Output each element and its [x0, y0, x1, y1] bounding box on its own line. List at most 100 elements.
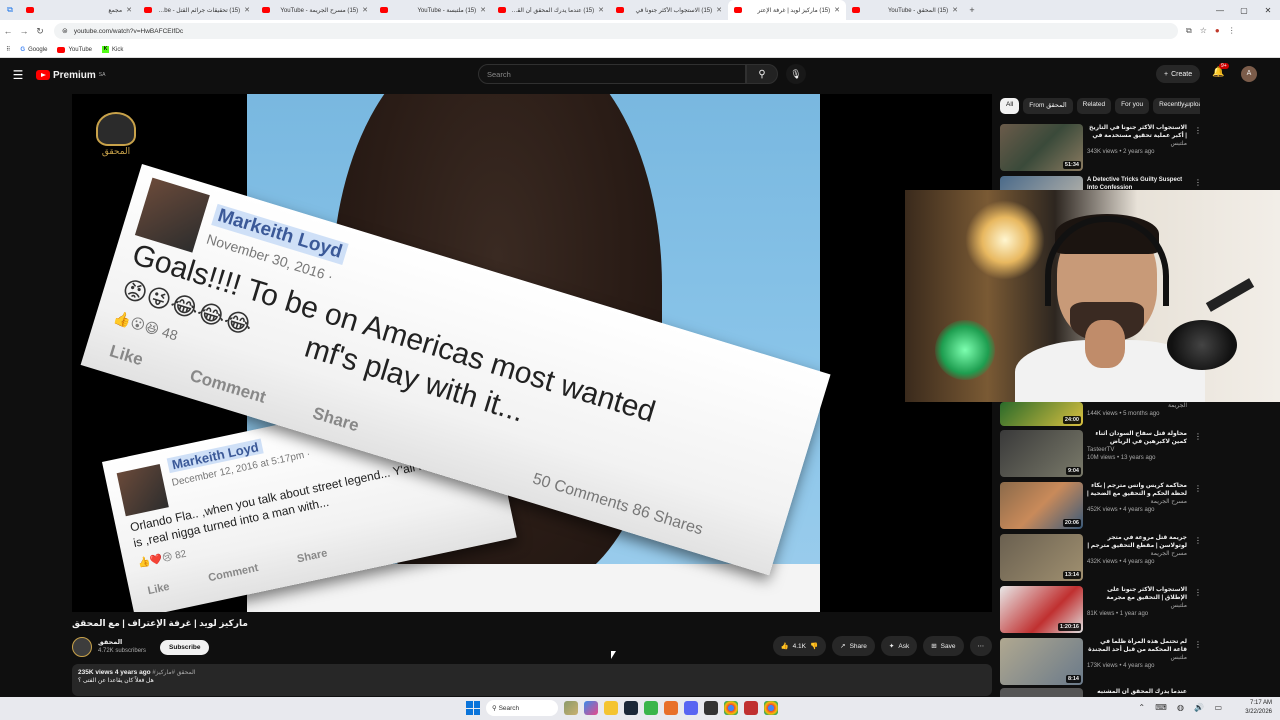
hashtags[interactable]: #المحقق #ماركيز	[152, 670, 195, 676]
more-vert-icon[interactable]: ⋮	[1194, 126, 1202, 135]
close-tab-icon[interactable]: ✕	[834, 6, 840, 14]
video-thumbnail[interactable]: 13:14	[1000, 534, 1083, 581]
tab-3[interactable]: (15) ملتبسة - YouTube ✕	[374, 0, 492, 20]
save-button[interactable]: ⊞ Save	[923, 636, 964, 656]
close-tab-icon[interactable]: ✕	[244, 6, 250, 14]
tab-0[interactable]: مجمع ✕	[20, 0, 138, 20]
recommendation-item[interactable]: 9:04 محاولة قتل سفاح السودان أثناء كمين …	[1000, 430, 1202, 478]
bookmark-kick[interactable]: K Kick	[102, 46, 123, 53]
forward-icon[interactable]: →	[16, 26, 32, 36]
youtube-logo[interactable]: Premium SA	[36, 70, 105, 81]
search-button[interactable]: ⚲	[746, 64, 778, 84]
bookmark-star-icon[interactable]: ☆	[1200, 26, 1207, 36]
like-button[interactable]: 👍 4.1K 👎	[772, 636, 827, 656]
more-vert-icon[interactable]: ⋮	[1194, 178, 1202, 187]
steam-icon[interactable]	[624, 701, 638, 715]
tab-2[interactable]: (15) مسرح الجريمة - YouTube ✕	[256, 0, 374, 20]
ask-button[interactable]: ✦ Ask	[880, 636, 918, 656]
channel-name[interactable]: المحقق	[98, 639, 146, 647]
more-vert-icon[interactable]: ⋮	[1194, 588, 1202, 597]
maximize-icon[interactable]: ▢	[1232, 0, 1256, 20]
recommendation-item[interactable]: 13:14 جريمة قتل مروعة في متجر لوتولاسن |…	[1000, 534, 1202, 582]
discord-icon[interactable]	[684, 701, 698, 715]
video-thumbnail[interactable]: 20:06	[1000, 482, 1083, 529]
system-tray[interactable]: ⌃ ⌨ ◍ 🔊 ▭	[1138, 703, 1226, 712]
description-box[interactable]: 235K views 4 years ago #المحقق #ماركيز ه…	[72, 664, 992, 696]
recommendation-item[interactable]: 51:34 الاستجواب الأكثر جنونا في التاريخ …	[1000, 124, 1202, 172]
firefox-icon[interactable]	[664, 701, 678, 715]
more-vert-icon[interactable]: ⋮	[1194, 536, 1202, 545]
subscribe-button[interactable]: Subscribe	[160, 639, 210, 655]
app-icon[interactable]	[744, 701, 758, 715]
close-tab-icon[interactable]: ✕	[126, 6, 132, 14]
profile-picture	[116, 464, 169, 517]
video-thumbnail[interactable]: 1:20:16	[1000, 586, 1083, 633]
chip-recently-uploaded[interactable]: Recently uploaded	[1153, 98, 1200, 114]
video-thumbnail[interactable]	[1000, 688, 1083, 697]
new-tab-button[interactable]: +	[964, 5, 980, 15]
tab-6-active[interactable]: (15) ماركيز لويد | غرفة الإعتر ✕	[728, 0, 846, 20]
green-light	[935, 320, 995, 380]
video-thumbnail[interactable]: 8:14	[1000, 638, 1083, 685]
bookmark-google[interactable]: G Google	[20, 47, 47, 53]
close-tab-icon[interactable]: ✕	[362, 6, 368, 14]
close-tab-icon[interactable]: ✕	[480, 6, 486, 14]
recommendation-item[interactable]: 20:06 محاكمة كريس واتس مترجم | بكاء لحظة…	[1000, 482, 1202, 530]
windows-start-icon[interactable]	[466, 701, 480, 715]
site-info-icon[interactable]: ⊜	[62, 27, 68, 35]
minimize-icon[interactable]: —	[1208, 0, 1232, 20]
tab-4[interactable]: (15) عندما يدرك المحقق أن القاتل ✕	[492, 0, 610, 20]
search-input[interactable]: Search	[478, 64, 746, 84]
clock[interactable]: 7:17 AM 3/22/2026	[1245, 699, 1272, 717]
more-actions-button[interactable]: ⋯	[969, 636, 992, 656]
recommendation-item[interactable]: 1:20:16 الاستجواب الأكثر جنونا على الإطل…	[1000, 586, 1202, 634]
hamburger-menu-icon[interactable]: ☰	[0, 68, 36, 82]
chrome-icon[interactable]	[724, 701, 738, 715]
chip-from-channel[interactable]: From المحقق	[1023, 98, 1073, 114]
apps-grid-icon[interactable]: ⠿	[6, 46, 10, 53]
dislike-icon[interactable]: 👎	[810, 642, 818, 650]
app-icon[interactable]: ⧉	[0, 5, 20, 15]
taskbar-search[interactable]: ⚲ Search	[486, 700, 558, 716]
close-tab-icon[interactable]: ✕	[952, 6, 958, 14]
url-omnibox[interactable]: ⊜ youtube.com/watch?v=HwBAFCEIfDc	[54, 23, 1178, 39]
channel-avatar[interactable]	[72, 637, 92, 657]
bookmark-youtube[interactable]: YouTube	[57, 46, 92, 53]
video-thumbnail[interactable]: 51:34	[1000, 124, 1083, 171]
widgets-icon[interactable]	[564, 701, 578, 715]
voice-search-button[interactable]: 🎙	[786, 64, 806, 84]
video-player[interactable]: المحقق Markeith Loyd December 12, 2016 a…	[72, 94, 992, 612]
recommendation-item[interactable]: 24:00 الجريمة 144K views • 5 months ago	[1000, 402, 1200, 426]
recommendation-item[interactable]: 8:14 لم تحتمل هذه المرأة ظلماً في قاعة ا…	[1000, 638, 1202, 686]
terminal-icon[interactable]	[704, 701, 718, 715]
tab-5[interactable]: (15) الاستجواب الأكثر جنونا في ✕	[610, 0, 728, 20]
extension-icon[interactable]: ●	[1215, 26, 1220, 36]
app-icon[interactable]	[644, 701, 658, 715]
chip-all[interactable]: All	[1000, 98, 1020, 114]
close-window-icon[interactable]: ✕	[1256, 0, 1280, 20]
chevron-right-icon[interactable]: ›	[1184, 100, 1187, 110]
create-button[interactable]: + Create	[1156, 65, 1201, 83]
install-icon[interactable]: ⧉	[1186, 26, 1192, 36]
back-icon[interactable]: ←	[0, 26, 16, 36]
browser-menu-icon[interactable]: ⋮	[1228, 26, 1236, 36]
more-vert-icon[interactable]: ⋮	[1194, 484, 1202, 493]
share-button[interactable]: ↗ Share	[832, 636, 875, 656]
close-tab-icon[interactable]: ✕	[598, 6, 604, 14]
more-vert-icon[interactable]: ⋮	[1194, 432, 1202, 441]
video-thumbnail[interactable]: 9:04	[1000, 430, 1083, 477]
file-explorer-icon[interactable]	[604, 701, 618, 715]
account-avatar[interactable]: A	[1241, 66, 1257, 82]
close-tab-icon[interactable]: ✕	[716, 6, 722, 14]
recommendation-item[interactable]: عندما يدرك المحقق أن المشتبه به...	[1000, 688, 1200, 697]
copilot-icon[interactable]	[584, 701, 598, 715]
chip-related[interactable]: Related	[1076, 98, 1112, 114]
chip-for-you[interactable]: For you	[1115, 98, 1150, 114]
tab-7[interactable]: (15) المحقق - YouTube ✕	[846, 0, 964, 20]
video-thumbnail[interactable]: 24:00	[1000, 402, 1083, 426]
reload-icon[interactable]: ↻	[32, 26, 48, 37]
notifications-button[interactable]: 🔔 9+	[1212, 63, 1229, 78]
chrome-icon[interactable]	[764, 701, 778, 715]
tab-1[interactable]: (15) تحقيقات جرائم القتل - YouTube✕	[138, 0, 256, 20]
more-vert-icon[interactable]: ⋮	[1194, 640, 1202, 649]
